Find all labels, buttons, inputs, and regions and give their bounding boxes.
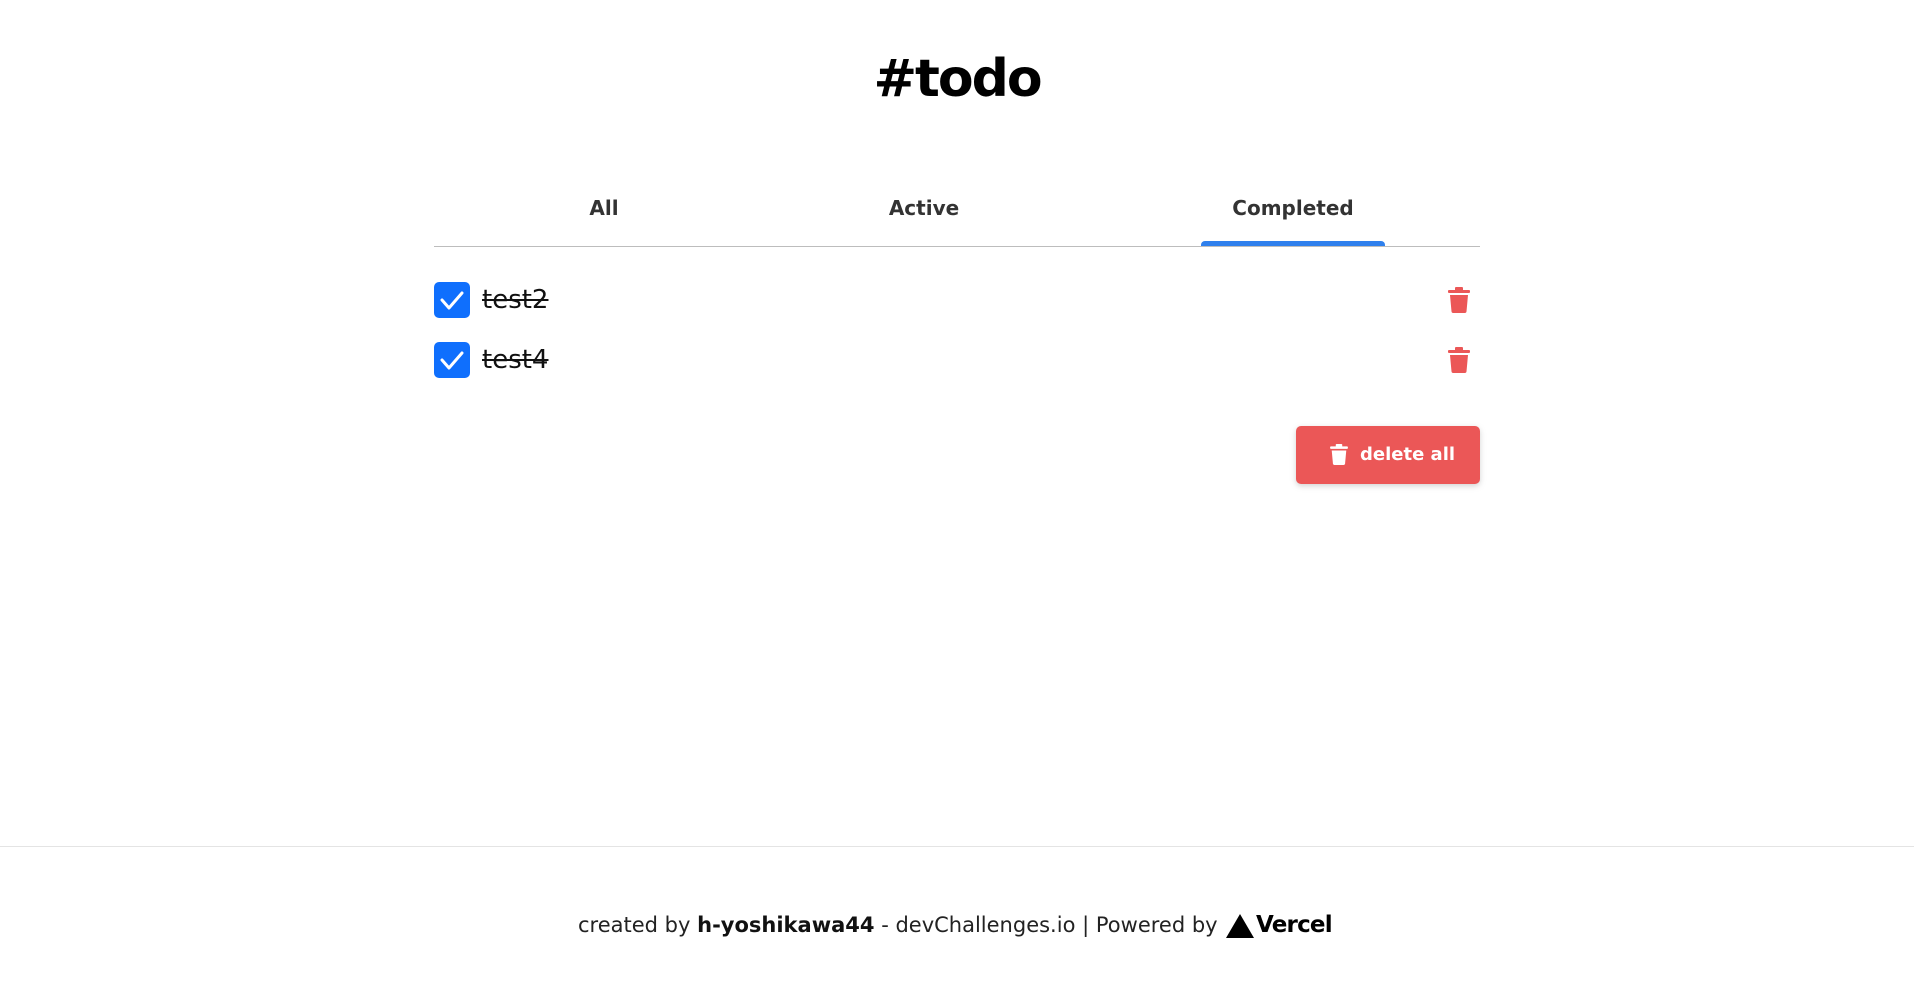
trash-icon [1448,287,1470,313]
delete-todo-button[interactable] [1448,287,1470,313]
todo-page: #todo All Active Completed test2 test4 d… [0,0,1914,996]
tab-all[interactable]: All [534,180,674,246]
todo-item: test2 [434,280,1480,340]
footer-credits: created by h-yoshikawa44 - devChallenges… [578,907,1218,943]
todo-list: test2 test4 [434,280,1480,400]
footer: created by h-yoshikawa44 - devChallenges… [0,846,1914,996]
tab-completed-label: Completed [1232,196,1354,220]
trash-icon [1448,347,1470,373]
delete-all-label: delete all [1360,444,1456,465]
todo-checkbox[interactable] [434,342,470,378]
active-tab-indicator [1201,241,1385,246]
footer-site-link[interactable]: devChallenges.io [895,913,1075,937]
trash-icon [1330,444,1348,465]
todo-text: test4 [482,345,549,375]
delete-todo-button[interactable] [1448,347,1470,373]
footer-author-link[interactable]: h-yoshikawa44 [697,913,874,937]
todo-checkbox[interactable] [434,282,470,318]
tab-completed[interactable]: Completed [1201,180,1385,246]
tab-active[interactable]: Active [854,180,994,246]
todo-text: test2 [482,285,549,315]
vercel-name: Vercel [1256,912,1333,938]
footer-separator: | [1082,913,1090,937]
checkmark-icon [440,291,464,310]
footer-separator: - [881,913,889,937]
footer-powered-by: Powered by [1095,913,1218,937]
vercel-triangle-icon [1226,914,1254,938]
delete-all-button[interactable]: delete all [1296,426,1480,484]
footer-created-by: created by [578,913,691,937]
todo-item: test4 [434,340,1480,400]
page-title: #todo [873,49,1042,109]
checkmark-icon [440,351,464,370]
filter-tabs: All Active Completed [434,180,1480,247]
